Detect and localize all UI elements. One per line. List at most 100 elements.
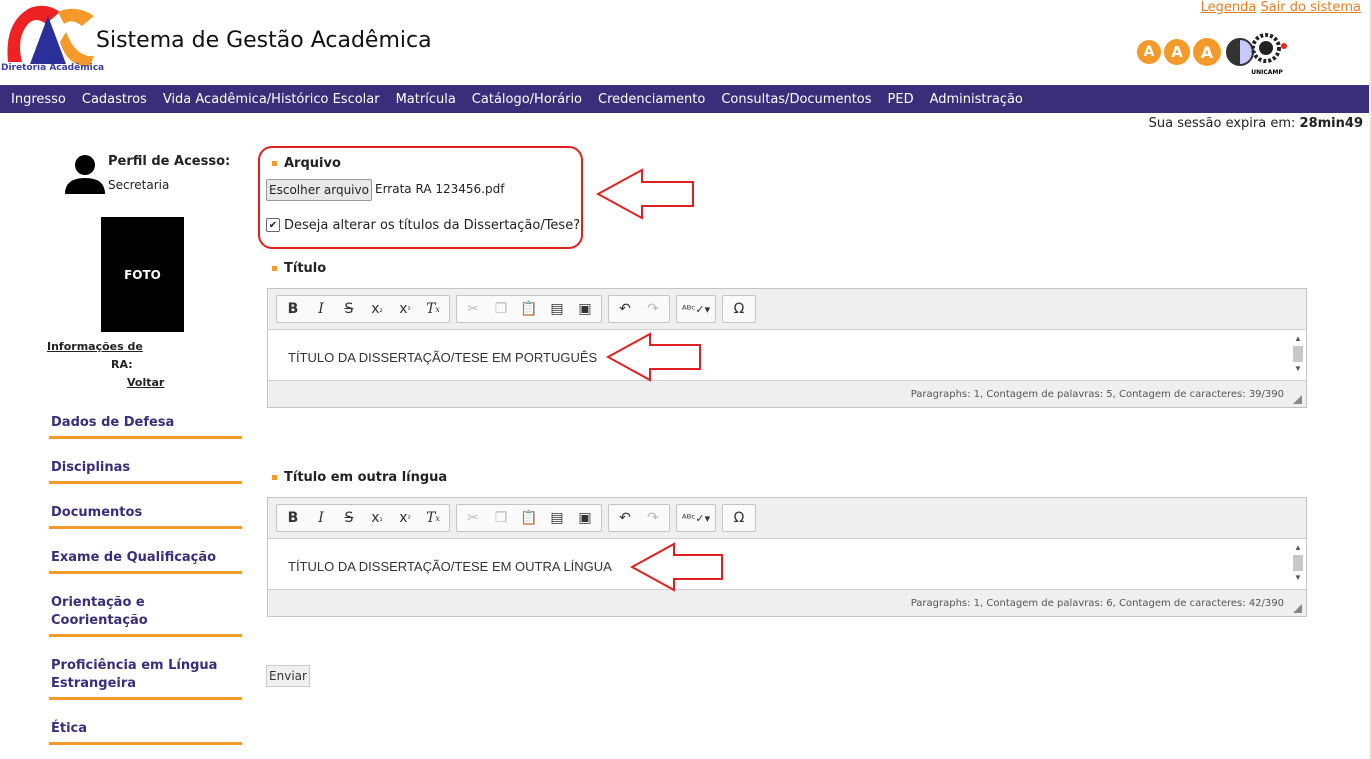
spellcheck-icon[interactable]: ᴬᴮᶜ✓▾	[679, 297, 713, 321]
titulo-section-title: Título	[272, 261, 326, 276]
session-value: 28min49	[1299, 116, 1363, 131]
profile-value: Secretaria	[108, 178, 170, 192]
paste-text-icon[interactable]: ▤	[543, 297, 571, 321]
italic-icon[interactable]: I	[307, 506, 335, 530]
editor-toolbar: B I S x₂ x² Tx ✂ ❐ 📋 ▤ ▣ ↶ ↷ ᴬᴮᶜ✓▾ Ω	[268, 498, 1306, 539]
file-name: Errata RA 123456.pdf	[375, 182, 505, 196]
annotation-arrow-icon	[630, 542, 723, 592]
nav-credenciamento[interactable]: Credenciamento	[590, 92, 713, 107]
info-link[interactable]: Informações de	[47, 340, 143, 353]
titulo-word-count: Paragraphs: 1, Contagem de palavras: 5, …	[910, 388, 1284, 400]
titulo-outra-editor: B I S x₂ x² Tx ✂ ❐ 📋 ▤ ▣ ↶ ↷ ᴬᴮᶜ✓▾ Ω TÍT…	[267, 497, 1307, 617]
undo-icon[interactable]: ↶	[611, 506, 639, 530]
bullet-square-icon	[272, 475, 277, 480]
send-button[interactable]: Enviar	[266, 665, 310, 687]
legend-link[interactable]: Legenda	[1201, 0, 1257, 15]
nav-catalogo[interactable]: Catálogo/Horário	[464, 92, 590, 107]
titulo-content[interactable]: TÍTULO DA DISSERTAÇÃO/TESE EM PORTUGUÊS …	[268, 330, 1306, 380]
change-titles-checkbox[interactable]: ✔	[266, 218, 280, 232]
cut-icon[interactable]: ✂	[459, 506, 487, 530]
ra-label: RA:	[111, 358, 133, 371]
special-char-icon[interactable]: Ω	[725, 297, 753, 321]
resize-handle-icon[interactable]	[1293, 604, 1302, 613]
redo-icon[interactable]: ↷	[639, 297, 667, 321]
subscript-icon[interactable]: x₂	[363, 506, 391, 530]
titulo-outra-title-text: Título em outra língua	[284, 470, 448, 485]
paste-icon[interactable]: 📋	[515, 297, 543, 321]
logout-link[interactable]: Sair do sistema	[1260, 0, 1361, 15]
scroll-up-icon[interactable]: ▲	[1292, 334, 1304, 344]
remove-format-icon[interactable]: Tx	[419, 297, 447, 321]
nav-consultas[interactable]: Consultas/Documentos	[713, 92, 879, 107]
titulo-outra-content[interactable]: TÍTULO DA DISSERTAÇÃO/TESE EM OUTRA LÍNG…	[268, 539, 1306, 589]
paste-word-icon[interactable]: ▣	[571, 506, 599, 530]
session-timer: Sua sessão expira em: 28min49	[1149, 116, 1363, 131]
bullet-square-icon	[272, 161, 277, 166]
titulo-outra-word-count: Paragraphs: 1, Contagem de palavras: 6, …	[910, 597, 1284, 609]
nav-vida-academica[interactable]: Vida Acadêmica/Histórico Escolar	[155, 92, 388, 107]
sidebar-item-exame-qualificacao[interactable]: Exame de Qualificação	[49, 549, 242, 574]
nav-cadastros[interactable]: Cadastros	[74, 92, 155, 107]
paste-text-icon[interactable]: ▤	[543, 506, 571, 530]
arquivo-title-text: Arquivo	[284, 156, 341, 171]
main-nav: Ingresso Cadastros Vida Acadêmica/Histór…	[0, 85, 1371, 113]
special-char-icon[interactable]: Ω	[725, 506, 753, 530]
profile-label: Perfil de Acesso:	[108, 154, 231, 169]
subscript-icon[interactable]: x₂	[363, 297, 391, 321]
redo-icon[interactable]: ↷	[639, 506, 667, 530]
person-icon	[65, 155, 105, 194]
nav-ingresso[interactable]: Ingresso	[0, 92, 74, 107]
change-titles-label: Deseja alterar os títulos da Dissertação…	[284, 218, 581, 233]
titulo-title-text: Título	[284, 261, 327, 276]
nav-matricula[interactable]: Matrícula	[388, 92, 464, 107]
font-large-button[interactable]: A	[1193, 38, 1221, 66]
app-title: Sistema de Gestão Acadêmica	[96, 28, 432, 53]
scroll-down-icon[interactable]: ▼	[1292, 364, 1304, 374]
top-links: Legenda Sair do sistema	[1201, 0, 1361, 15]
superscript-icon[interactable]: x²	[391, 506, 419, 530]
unicamp-logo: UNICAMP	[1251, 33, 1287, 76]
titulo-editor: B I S x₂ x² Tx ✂ ❐ 📋 ▤ ▣ ↶ ↷ ᴬᴮᶜ✓▾ Ω TÍT…	[267, 288, 1307, 408]
choose-file-button[interactable]: Escolher arquivo	[266, 179, 372, 201]
remove-format-icon[interactable]: Tx	[419, 506, 447, 530]
logo-text: Diretoria Acadêmica	[1, 63, 105, 73]
editor-toolbar: B I S x₂ x² Tx ✂ ❐ 📋 ▤ ▣ ↶ ↷ ᴬᴮᶜ✓▾ Ω	[268, 289, 1306, 330]
sidebar-item-disciplinas[interactable]: Disciplinas	[49, 459, 242, 484]
sidebar-item-orientacao[interactable]: Orientação e Coorientação	[49, 594, 242, 637]
copy-icon[interactable]: ❐	[487, 297, 515, 321]
scroll-thumb[interactable]	[1293, 346, 1303, 362]
strike-icon[interactable]: S	[335, 297, 363, 321]
editor-scrollbar[interactable]: ▲ ▼	[1292, 334, 1304, 376]
cut-icon[interactable]: ✂	[459, 297, 487, 321]
titulo-outra-section-title: Título em outra língua	[272, 470, 447, 485]
undo-icon[interactable]: ↶	[611, 297, 639, 321]
nav-administracao[interactable]: Administração	[922, 92, 1031, 107]
titulo-outra-text[interactable]: TÍTULO DA DISSERTAÇÃO/TESE EM OUTRA LÍNG…	[288, 559, 612, 574]
font-medium-button[interactable]: A	[1164, 39, 1190, 65]
superscript-icon[interactable]: x²	[391, 297, 419, 321]
sidebar-item-documentos[interactable]: Documentos	[49, 504, 242, 529]
paste-word-icon[interactable]: ▣	[571, 297, 599, 321]
spellcheck-icon[interactable]: ᴬᴮᶜ✓▾	[679, 506, 713, 530]
font-small-button[interactable]: A	[1137, 40, 1161, 64]
back-link[interactable]: Voltar	[127, 376, 164, 389]
annotation-arrow-icon	[596, 168, 694, 220]
bold-icon[interactable]: B	[279, 297, 307, 321]
sidebar-item-proficiencia[interactable]: Proficiência em Língua Estrangeira	[49, 657, 242, 700]
copy-icon[interactable]: ❐	[487, 506, 515, 530]
sidebar-item-etica[interactable]: Ética	[49, 720, 242, 745]
strike-icon[interactable]: S	[335, 506, 363, 530]
scroll-down-icon[interactable]: ▼	[1292, 573, 1304, 583]
editor-scrollbar[interactable]: ▲ ▼	[1292, 543, 1304, 585]
bold-icon[interactable]: B	[279, 506, 307, 530]
sidebar-item-dados-defesa[interactable]: Dados de Defesa	[49, 414, 242, 439]
italic-icon[interactable]: I	[307, 297, 335, 321]
scroll-thumb[interactable]	[1293, 555, 1303, 571]
paste-icon[interactable]: 📋	[515, 506, 543, 530]
titulo-text[interactable]: TÍTULO DA DISSERTAÇÃO/TESE EM PORTUGUÊS	[288, 350, 597, 365]
unicamp-label: UNICAMP	[1251, 69, 1283, 76]
scroll-up-icon[interactable]: ▲	[1292, 543, 1304, 553]
resize-handle-icon[interactable]	[1293, 395, 1302, 404]
titulo-outra-statusbar: Paragraphs: 1, Contagem de palavras: 6, …	[268, 589, 1306, 616]
nav-ped[interactable]: PED	[880, 92, 922, 107]
